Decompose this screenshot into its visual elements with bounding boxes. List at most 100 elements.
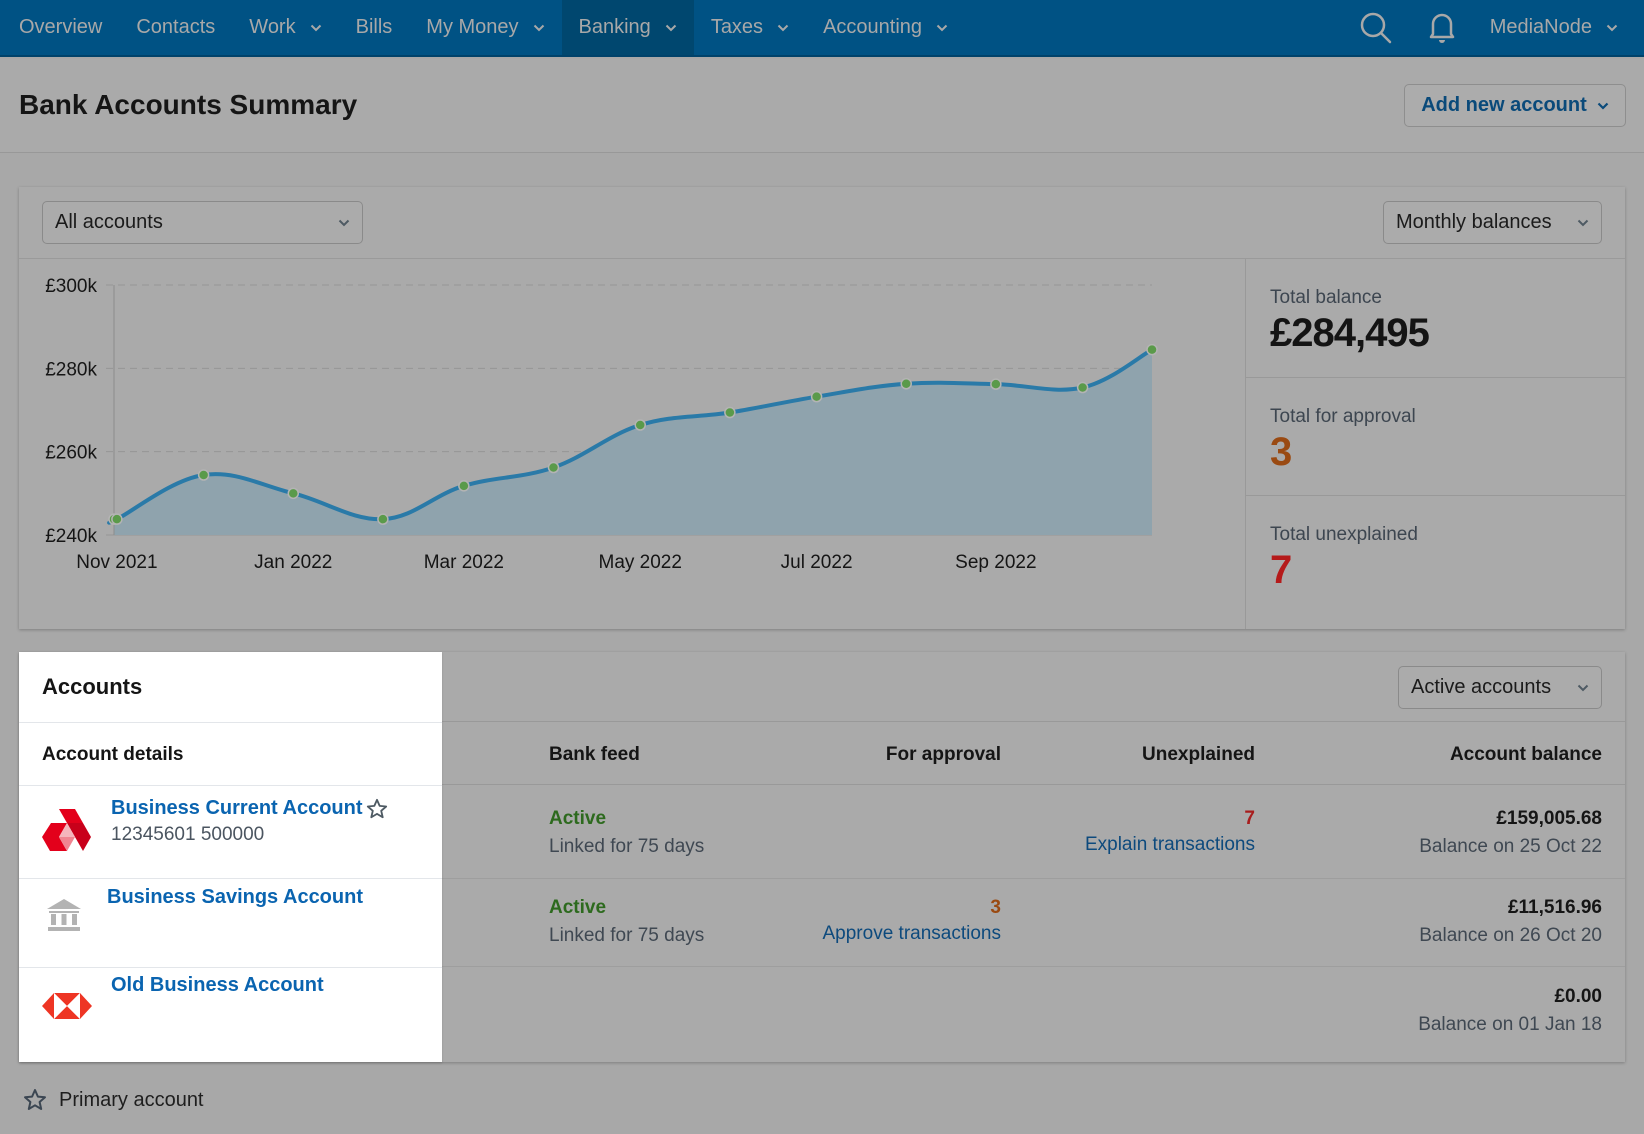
balance-date: Balance on 01 Jan 18 [1418, 1014, 1602, 1035]
add-new-account-label: Add new account [1421, 94, 1587, 116]
chevron-down-icon [1577, 219, 1589, 227]
data-point [1076, 381, 1089, 394]
hsbc-logo-icon [42, 993, 92, 1019]
chevron-down-icon [338, 219, 350, 227]
balance-summary-card: All accounts Monthly balances £240k £260k… [19, 187, 1625, 629]
chevron-down-icon [1577, 684, 1589, 692]
search-icon [1360, 12, 1391, 43]
y-tick-label: £280k [45, 359, 97, 380]
x-tick-label: Jan 2022 [254, 552, 332, 573]
nav-item-overview[interactable]: Overview [0, 0, 119, 55]
period-select-value: Monthly balances [1396, 211, 1552, 233]
x-tick-label: Sep 2022 [955, 552, 1036, 573]
chevron-down-icon [310, 24, 321, 31]
balance-area [109, 349, 1153, 535]
chevron-down-icon [1606, 24, 1618, 31]
top-navigation: Overview Contacts Work Bills My Money Ba… [0, 0, 1644, 57]
account-status-filter-value: Active accounts [1411, 676, 1552, 698]
page-title: Bank Accounts Summary [19, 89, 358, 120]
y-tick-label: £240k [45, 526, 97, 547]
data-point [810, 390, 823, 403]
account-name-link[interactable]: Business Current Account [111, 797, 363, 820]
y-tick-label: £260k [45, 443, 97, 464]
x-tick-label: May 2022 [599, 552, 682, 573]
bank-feed-detail: Linked for 75 days [549, 836, 705, 857]
data-point [458, 480, 470, 492]
nav-label: Overview [19, 16, 103, 38]
column-account-balance: Account balance [1449, 744, 1602, 765]
data-point [634, 419, 646, 431]
nav-label: Work [249, 16, 296, 38]
y-tick-label: £300k [45, 276, 97, 297]
accounts-card: Active accounts Bank feed For approval U… [19, 652, 1625, 1062]
data-point [990, 378, 1002, 390]
total-unexplained-stat: Total unexplained 7 [1246, 495, 1625, 629]
total-balance-stat: Total balance £284,495 [1246, 259, 1625, 382]
nav-item-accounting[interactable]: Accounting [806, 0, 965, 55]
add-new-account-button[interactable]: Add new account [1404, 84, 1626, 127]
account-details-panel: Accounts Account details Business Curren… [19, 652, 442, 1062]
data-point [1146, 343, 1158, 356]
divider [19, 722, 442, 723]
nav-label: Contacts [136, 16, 216, 38]
data-point [377, 513, 389, 525]
search-button[interactable] [1358, 10, 1394, 46]
account-filter-select[interactable]: All accounts [42, 201, 363, 244]
nav-right: MediaNode [1358, 0, 1644, 55]
divider [19, 878, 442, 879]
account-name-link[interactable]: Business Savings Account [107, 886, 363, 909]
account-status-filter[interactable]: Active accounts [1398, 666, 1602, 709]
data-point [900, 378, 912, 390]
bank-feed-status: Active [549, 897, 607, 918]
nav-item-contacts[interactable]: Contacts [119, 0, 232, 55]
for-approval-count: 3 [990, 897, 1001, 918]
unexplained-count: 7 [1244, 808, 1255, 829]
bank-feed-detail: Linked for 75 days [549, 925, 705, 946]
user-menu[interactable]: MediaNode [1490, 16, 1618, 39]
nav-item-bills[interactable]: Bills [339, 0, 410, 55]
total-for-approval-stat: Total for approval 3 [1246, 377, 1625, 500]
x-tick-label: Mar 2022 [424, 552, 504, 573]
accounts-title: Accounts [42, 674, 143, 699]
divider [19, 785, 442, 786]
x-axis-ticks: Nov 2021 Jan 2022 Mar 2022 May 2022 Jul 2022… [76, 552, 1036, 573]
nav-item-work[interactable]: Work [232, 0, 338, 55]
summary-stats: Total balance £284,495 Total for approva… [1246, 259, 1625, 629]
user-name: MediaNode [1489, 16, 1592, 38]
data-point [287, 487, 300, 500]
chevron-down-icon [936, 24, 948, 31]
period-select[interactable]: Monthly balances [1383, 201, 1602, 244]
chevron-down-icon [533, 24, 544, 31]
explain-transactions-link[interactable]: Explain transactions [1085, 834, 1255, 856]
account-balance: £0.00 [1554, 986, 1602, 1007]
total-unexplained-value: 7 [1270, 548, 1293, 592]
column-bank-feed: Bank feed [549, 744, 640, 765]
nav-item-taxes[interactable]: Taxes [694, 0, 806, 55]
summary-toolbar: All accounts Monthly balances [19, 187, 1625, 259]
data-point [724, 406, 736, 419]
natwest-logo-icon [42, 809, 91, 851]
nav-item-banking[interactable]: Banking [561, 0, 694, 55]
divider [19, 967, 442, 968]
nav-label: Bills [355, 16, 393, 38]
approve-transactions-link[interactable]: Approve transactions [823, 923, 1002, 945]
account-filter-value: All accounts [55, 211, 163, 233]
nav-item-my-money[interactable]: My Money [409, 0, 561, 55]
x-tick-label: Jul 2022 [781, 552, 853, 573]
total-balance-value: £284,495 [1270, 311, 1430, 355]
chevron-down-icon [777, 24, 789, 31]
data-point [547, 461, 560, 474]
data-point [111, 513, 123, 525]
primary-star-icon[interactable] [366, 798, 388, 820]
star-icon [24, 1089, 46, 1110]
nav-label: Accounting [823, 16, 923, 38]
total-for-approval-value: 3 [1270, 430, 1293, 474]
column-unexplained: Unexplained [1142, 744, 1255, 765]
column-account-details: Account details [42, 744, 184, 765]
balance-chart: £240k £260k £280k £300k Nov 2021 Jan 2022 Mar… [45, 276, 1158, 573]
notifications-button[interactable] [1424, 10, 1460, 46]
page-header: Bank Accounts Summary Add new account [0, 59, 1644, 153]
balance-date: Balance on 25 Oct 22 [1419, 836, 1602, 857]
account-name-link[interactable]: Old Business Account [111, 974, 324, 997]
total-balance-label: Total balance [1270, 287, 1382, 308]
